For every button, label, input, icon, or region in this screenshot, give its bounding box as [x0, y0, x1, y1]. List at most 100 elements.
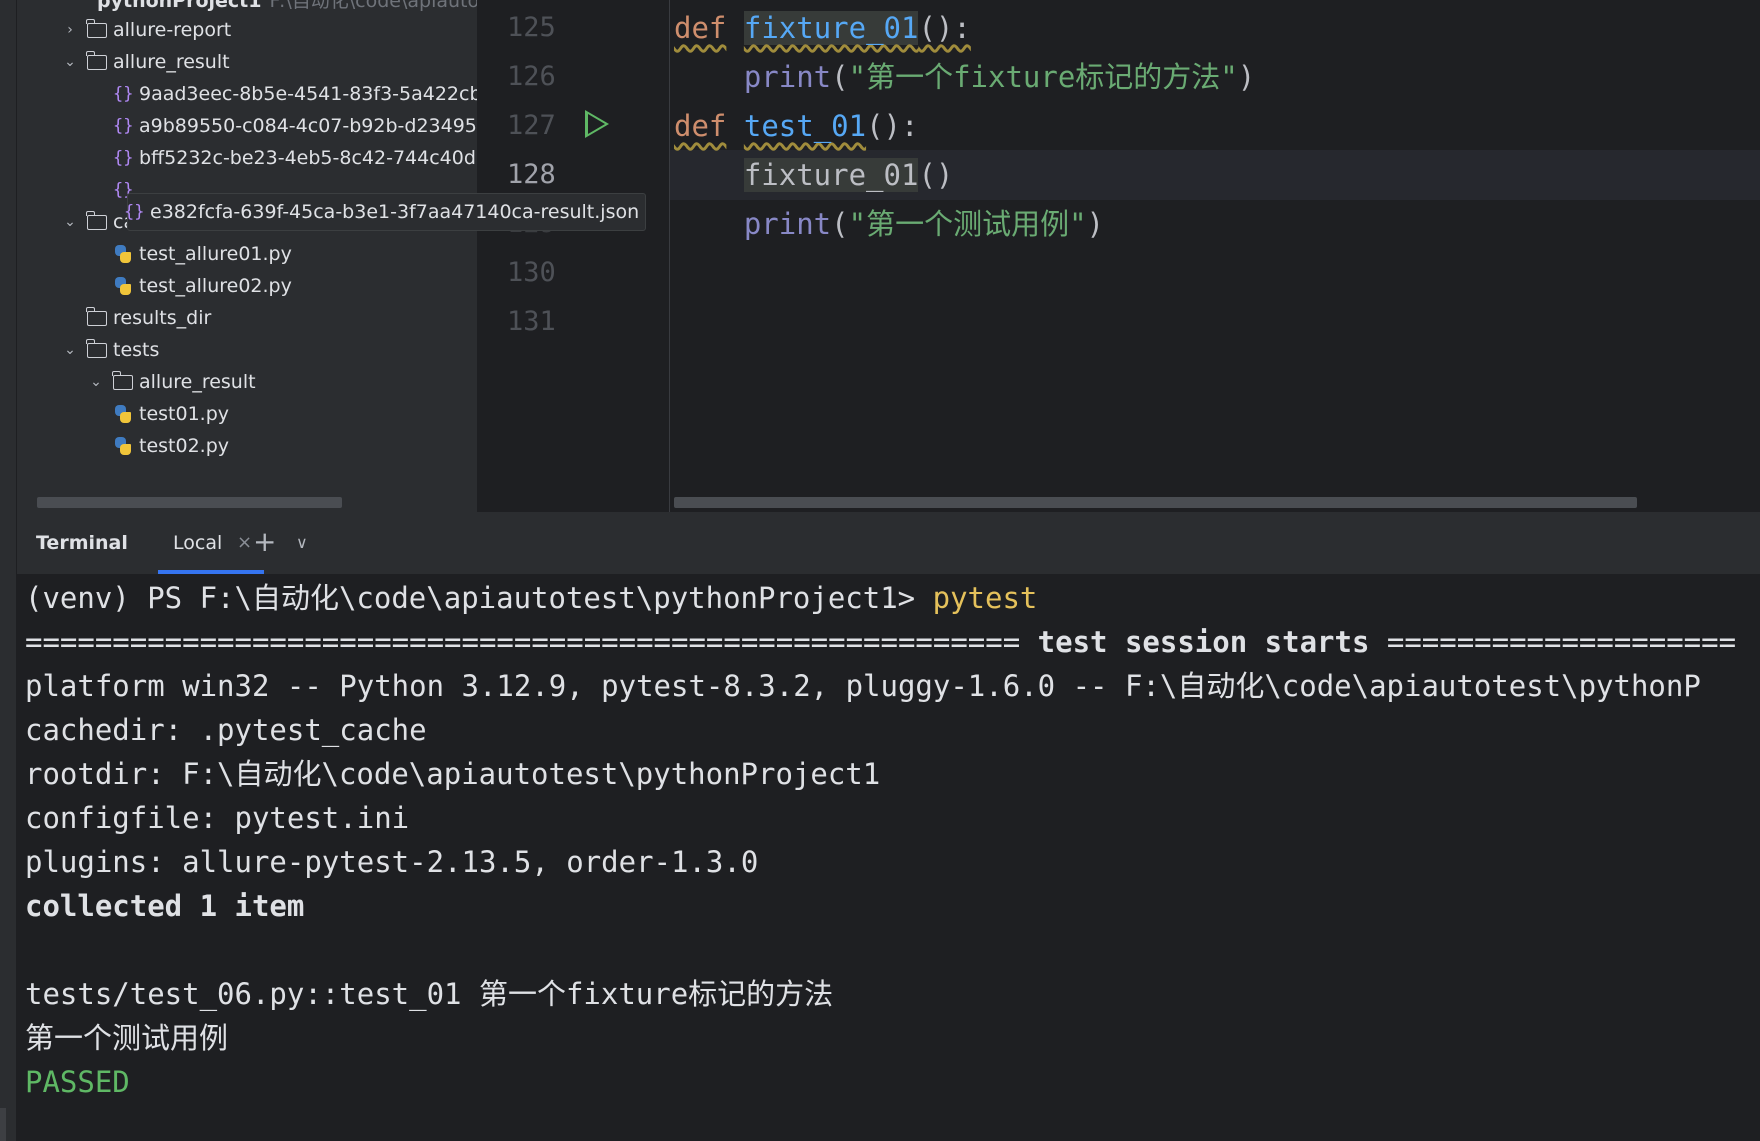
python-file-icon — [113, 276, 133, 296]
test-result-passed: PASSED — [25, 1065, 130, 1099]
folder-icon — [86, 338, 107, 358]
terminal-title: Terminal — [36, 532, 128, 554]
folder-icon — [86, 306, 107, 326]
project-name: pythonProject1 — [97, 0, 262, 12]
tool-window-stripe — [0, 0, 17, 1141]
terminal-panel: Terminal Local × + ∨ (venv) PS F:\自动化\co… — [17, 512, 1760, 1141]
code-line-129: print("第一个测试用例") — [674, 200, 1104, 248]
folder-icon — [86, 18, 107, 38]
punctuation: ) — [1237, 60, 1256, 94]
tree-item-allure-report[interactable]: › allure-report — [61, 12, 231, 48]
tree-item-python-file[interactable]: test02.py — [113, 428, 229, 464]
tree-item-label: test02.py — [139, 435, 230, 457]
terminal-line: plugins: allure-pytest-2.13.5, order-1.3… — [25, 845, 759, 879]
code-editor[interactable]: 125 126 127 128 129 130 131 def fixture_… — [477, 0, 1760, 512]
line-number: 125 — [507, 12, 556, 43]
tree-item-allure-result[interactable]: ⌄ allure_result — [61, 44, 230, 80]
python-file-icon — [113, 404, 133, 424]
tree-item-label: allure_result — [113, 51, 230, 73]
tree-item-json-file[interactable]: {} bff5232c-be23-4eb5-8c42-744c40d2 — [113, 140, 477, 176]
tree-item-python-file[interactable]: test01.py — [113, 396, 229, 432]
editor-gutter: 125 126 127 128 129 130 131 — [477, 0, 670, 512]
code-line-125: def fixture_01(): — [674, 4, 971, 52]
tree-item-label: a9b89550-c084-4c07-b92b-d234950 — [139, 115, 477, 137]
rule: ==================== — [1386, 625, 1737, 659]
stripe-marker — [0, 1108, 6, 1141]
python-file-icon — [113, 244, 133, 264]
builtin-print: print — [743, 60, 832, 94]
tree-item-label: allure_result — [139, 371, 256, 393]
chevron-down-icon[interactable]: ⌄ — [61, 44, 79, 80]
terminal-line: tests/test_06.py::test_01 第一个fixture标记的方… — [25, 977, 834, 1011]
close-icon[interactable]: × — [237, 512, 252, 574]
string-literal: "第一个fixture标记的方法" — [848, 60, 1238, 94]
new-terminal-button[interactable]: + — [253, 512, 276, 572]
tree-item-tests-allure-result[interactable]: ⌄ allure_result — [87, 364, 256, 400]
tree-item-python-file[interactable]: test_allure01.py — [113, 236, 292, 272]
line-number: 131 — [507, 306, 556, 337]
tree-item-tests[interactable]: ⌄ tests — [61, 332, 159, 368]
code-line-127: def test_01(): — [674, 102, 918, 150]
folder-icon — [86, 210, 107, 230]
keyword-def: def — [674, 11, 727, 45]
punctuation: (): — [866, 109, 919, 143]
line-number: 128 — [507, 159, 556, 190]
chevron-right-icon[interactable]: › — [61, 12, 79, 48]
punctuation: (): — [918, 11, 971, 45]
string-literal: "第一个测试用例" — [848, 207, 1087, 241]
tree-item-results-dir[interactable]: results_dir — [61, 300, 211, 336]
command: pytest — [932, 581, 1038, 615]
chevron-down-icon[interactable]: ⌄ — [87, 364, 105, 400]
tab-label: Local — [173, 532, 223, 554]
json-file-icon: {} — [113, 116, 134, 136]
tree-item-label: results_dir — [113, 307, 212, 329]
run-test-icon[interactable] — [585, 110, 609, 138]
tree-item-json-file[interactable]: {} 9aad3eec-8b5e-4541-83f3-5a422cb6 — [113, 76, 477, 112]
tree-horizontal-scrollbar[interactable] — [37, 497, 342, 508]
keyword-def: def — [674, 109, 727, 143]
chevron-down-icon[interactable]: ∨ — [296, 512, 308, 574]
filename-tooltip: {} e382fcfa-639f-45ca-b3e1-3f7aa47140ca-… — [124, 193, 647, 231]
function-name: fixture_01 — [743, 11, 919, 45]
json-file-icon: {} — [113, 84, 134, 104]
terminal-line: platform win32 -- Python 3.12.9, pytest-… — [25, 669, 1701, 703]
tree-item-label: test_allure02.py — [139, 275, 292, 297]
prompt: (venv) PS F:\自动化\code\apiautotest\python… — [25, 581, 933, 615]
line-number: 127 — [507, 110, 556, 141]
function-call: fixture_01 — [743, 158, 919, 192]
tree-item-label: tests — [113, 339, 160, 361]
line-number: 126 — [507, 61, 556, 92]
terminal-line: collected 1 item — [25, 889, 305, 923]
tree-item-label: allure-report — [113, 19, 232, 41]
gutter-separator — [669, 0, 670, 512]
terminal-line: configfile: pytest.ini — [25, 801, 410, 835]
builtin-print: print — [743, 207, 832, 241]
punctuation: ( — [831, 60, 849, 94]
terminal-header: Terminal Local × + ∨ — [17, 512, 1760, 575]
punctuation: ) — [1086, 207, 1105, 241]
chevron-down-icon[interactable]: ⌄ — [61, 332, 79, 368]
terminal-line: 第一个测试用例 — [25, 1021, 229, 1055]
rule: ========================================… — [25, 625, 1021, 659]
tree-item-python-file[interactable]: test_allure02.py — [113, 268, 292, 304]
terminal-output[interactable]: (venv) PS F:\自动化\code\apiautotest\python… — [25, 574, 1760, 1141]
project-tree: pythonProject1 F:\自动化\code\apiautotest › … — [17, 0, 477, 512]
project-path: F:\自动化\code\apiautotest — [269, 0, 478, 12]
tree-item-json-file[interactable]: {} a9b89550-c084-4c07-b92b-d234950 — [113, 108, 477, 144]
punctuation: ( — [831, 207, 849, 241]
json-file-icon: {} — [124, 202, 145, 222]
tab-local[interactable]: Local × — [158, 512, 265, 574]
chevron-down-icon[interactable]: ⌄ — [61, 204, 79, 240]
code-line-126: print("第一个fixture标记的方法") — [674, 53, 1255, 101]
session-title: test session starts — [1037, 625, 1370, 659]
terminal-line: cachedir: .pytest_cache — [25, 713, 427, 747]
tree-item-label: test_allure01.py — [139, 243, 292, 265]
tree-item-label: test01.py — [139, 403, 230, 425]
project-root[interactable]: pythonProject1 F:\自动化\code\apiautotest — [97, 0, 477, 12]
editor-horizontal-scrollbar[interactable] — [674, 497, 1637, 508]
code-line-128: fixture_01() — [674, 151, 953, 199]
json-file-icon: {} — [113, 148, 134, 168]
tooltip-label: e382fcfa-639f-45ca-b3e1-3f7aa47140ca-res… — [150, 201, 640, 223]
python-file-icon — [113, 436, 133, 456]
tree-item-label: bff5232c-be23-4eb5-8c42-744c40d2 — [139, 147, 477, 169]
